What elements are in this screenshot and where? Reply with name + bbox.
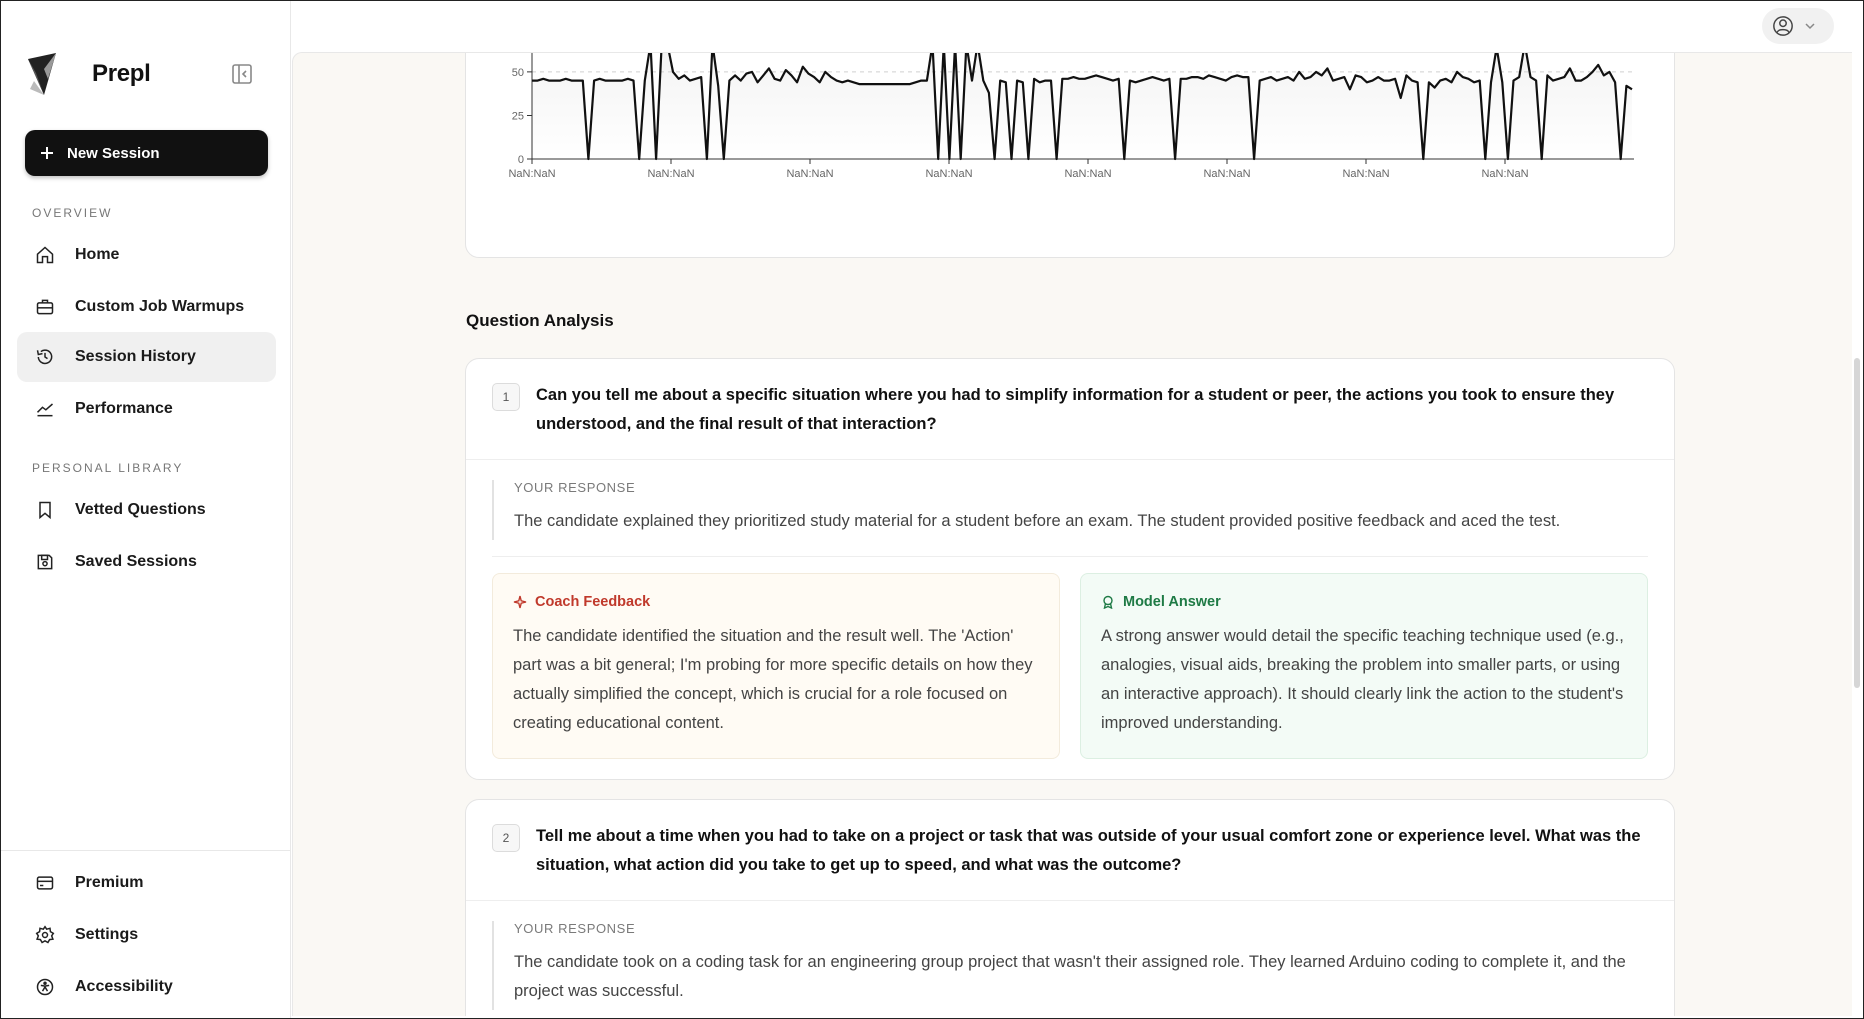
chart-x-tick-label: NaN:NaN (647, 168, 694, 180)
chevron-down-icon (1805, 23, 1815, 30)
new-session-label: New Session (67, 144, 160, 162)
overview-section-label: OVERVIEW (32, 206, 113, 220)
chart-x-tick-label: NaN:NaN (925, 168, 972, 180)
sidebar-item-home[interactable]: Home (17, 230, 276, 280)
sidebar-item-saved-sessions[interactable]: Saved Sessions (17, 537, 276, 587)
sidebar-item-label: Settings (75, 926, 139, 943)
scrollbar-thumb[interactable] (1854, 358, 1860, 688)
question-number-badge: 2 (492, 824, 520, 852)
new-session-button[interactable]: New Session (25, 130, 268, 176)
sidebar-item-premium[interactable]: Premium (17, 858, 276, 908)
response-label: YOUR RESPONSE (514, 480, 636, 495)
history-icon (36, 349, 53, 365)
question-number-badge: 1 (492, 383, 520, 411)
chart-x-tick-label: NaN:NaN (1342, 168, 1389, 180)
sidebar-item-vetted-questions[interactable]: Vetted Questions (17, 485, 276, 535)
save-icon (37, 554, 53, 570)
sidebar-item-label: Home (75, 246, 120, 263)
sidebar: Prepl New Session OVERVIEW Home Custom J… (0, 0, 291, 1019)
trend-chart-icon (36, 403, 53, 417)
response-text: The candidate explained they prioritized… (514, 512, 1561, 530)
chart-area-fill (532, 53, 1632, 159)
chart-x-tick-label: NaN:NaN (786, 168, 833, 180)
chart-x-tick-label: NaN:NaN (508, 168, 555, 180)
question-text: Tell me about a time when you had to tak… (536, 827, 1641, 874)
sidebar-item-settings[interactable]: Settings (17, 910, 276, 960)
line-chart: 0 25 50 NaN:NaN NaN:NaN NaN:NaN NaN:NaN NaN:NaN… (508, 53, 1634, 180)
topbar (292, 0, 1864, 52)
brand-name: Prepl (92, 60, 151, 87)
coach-feedback-box: Coach Feedback The candidate identified … (492, 573, 1060, 759)
library-section-label: PERSONAL LIBRARY (32, 461, 184, 475)
award-icon (1103, 595, 1113, 609)
chart-y-tick-label: 25 (512, 110, 524, 122)
bookmark-icon (39, 501, 51, 520)
sidebar-item-performance[interactable]: Performance (17, 384, 276, 434)
sidebar-item-label: Vetted Questions (75, 501, 206, 518)
sidebar-item-label: Accessibility (75, 978, 173, 995)
credit-card-icon (36, 876, 54, 890)
model-answer-box: Model Answer A strong answer would detai… (1080, 573, 1648, 759)
divider (492, 556, 1648, 557)
brand[interactable]: Prepl (26, 50, 151, 98)
user-icon (1773, 16, 1793, 36)
chart-y-tick-label: 50 (512, 67, 524, 79)
question-card: 1 Can you tell me about a specific situa… (465, 358, 1675, 780)
response-block: YOUR RESPONSE The candidate explained th… (492, 480, 1648, 540)
plus-icon (41, 147, 53, 159)
performance-chart-card: 0 25 50 NaN:NaN NaN:NaN NaN:NaN NaN:NaN NaN:NaN… (465, 53, 1675, 258)
chart-y-tick-label: 0 (518, 154, 524, 166)
briefcase-icon (36, 299, 54, 315)
sidebar-divider (0, 850, 291, 851)
response-block: YOUR RESPONSE The candidate took on a co… (492, 921, 1648, 1010)
coach-feedback-label: Coach Feedback (535, 594, 651, 610)
sidebar-item-accessibility[interactable]: Accessibility (17, 962, 276, 1012)
question-card: 2 Tell me about a time when you had to t… (465, 799, 1675, 1016)
sparkle-icon (513, 595, 527, 609)
question-header: 2 Tell me about a time when you had to t… (466, 800, 1674, 901)
model-answer-text: A strong answer would detail the specifi… (1101, 627, 1624, 732)
model-answer-title: Model Answer (1101, 594, 1627, 610)
response-text: The candidate took on a coding task for … (514, 953, 1626, 1000)
question-header: 1 Can you tell me about a specific situa… (466, 359, 1674, 460)
sidebar-item-label: Custom Job Warmups (75, 298, 245, 315)
sidebar-item-label: Session History (75, 348, 196, 365)
home-icon (36, 246, 54, 264)
model-answer-label: Model Answer (1123, 594, 1221, 610)
sidebar-item-label: Premium (75, 874, 144, 891)
sidebar-item-session-history[interactable]: Session History (17, 332, 276, 382)
chart-x-tick-label: NaN:NaN (1481, 168, 1528, 180)
accessibility-icon (36, 978, 54, 996)
main-content: 0 25 50 NaN:NaN NaN:NaN NaN:NaN NaN:NaN NaN:NaN… (292, 52, 1852, 1016)
user-menu-button[interactable] (1762, 8, 1834, 44)
chart-x-tick-label: NaN:NaN (1203, 168, 1250, 180)
response-label: YOUR RESPONSE (514, 921, 636, 936)
coach-feedback-text: The candidate identified the situation a… (513, 627, 1033, 732)
coach-feedback-title: Coach Feedback (513, 594, 1039, 610)
question-text: Can you tell me about a specific situati… (536, 386, 1615, 433)
gear-icon (35, 925, 55, 944)
sidebar-item-label: Saved Sessions (75, 553, 197, 570)
prepl-logo-icon (28, 53, 56, 95)
feedback-row: Coach Feedback The candidate identified … (492, 573, 1648, 759)
collapse-sidebar-icon[interactable] (230, 62, 254, 86)
scrollbar[interactable] (1852, 52, 1864, 1016)
sidebar-item-label: Performance (75, 400, 173, 417)
question-analysis-title: Question Analysis (466, 311, 614, 330)
sidebar-item-custom-job-warmups[interactable]: Custom Job Warmups (17, 282, 276, 332)
chart-x-tick-label: NaN:NaN (1064, 168, 1111, 180)
